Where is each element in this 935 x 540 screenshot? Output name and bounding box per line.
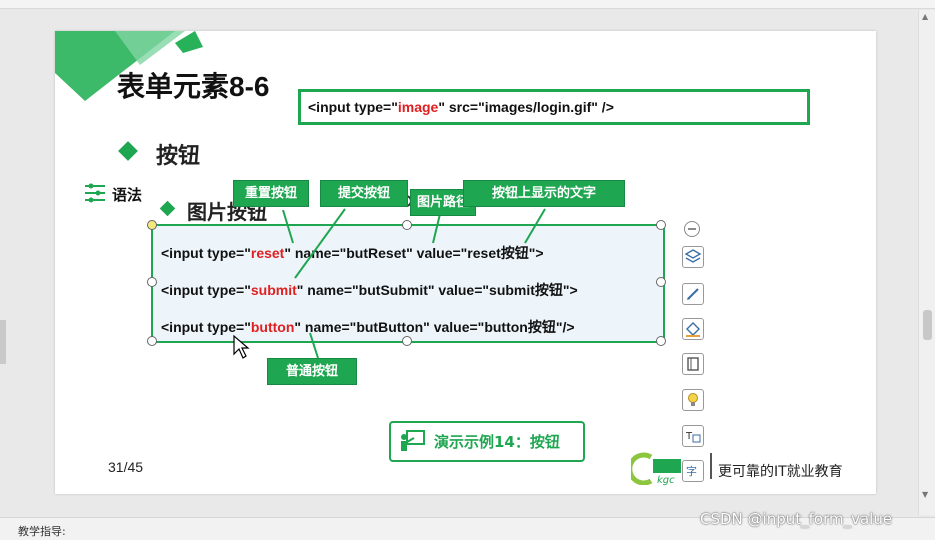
svg-text:kgc: kgc	[657, 475, 675, 485]
paint-bucket-icon	[686, 322, 700, 337]
layers-tool-button[interactable]	[682, 246, 704, 268]
bulb-tool-button[interactable]	[682, 389, 704, 411]
pen-tool-button[interactable]	[682, 283, 704, 305]
callout-normal-button: 普通按钮	[267, 358, 357, 385]
vertical-scrollbar[interactable]: ▲ ▼	[918, 10, 935, 515]
left-panel-handle[interactable]	[0, 320, 6, 364]
svg-text:T: T	[685, 431, 693, 442]
demo-example-button[interactable]: 演示示例14：按钮	[389, 421, 585, 462]
fill-tool-button[interactable]	[682, 318, 704, 340]
light-bulb-icon	[688, 393, 698, 406]
callout-button-text: 按钮上显示的文字	[463, 180, 625, 207]
translate-tool-button[interactable]: 字	[682, 460, 704, 482]
presenter-icon	[401, 430, 425, 451]
page-number: 31/45	[108, 459, 144, 475]
frame-tool-button[interactable]	[682, 353, 704, 375]
frame-icon	[687, 357, 699, 371]
watermark: CSDN @input_form_value	[700, 510, 893, 528]
top-toolbar	[0, 0, 935, 9]
scrollbar-thumb[interactable]	[923, 310, 932, 340]
callout-reset: 重置按钮	[233, 180, 309, 207]
svg-text:字: 字	[686, 464, 697, 478]
slide-canvas: 表单元素8-6 <input type="image" src="images/…	[55, 31, 876, 494]
collapse-toolbar-icon[interactable]	[683, 220, 701, 238]
logo-divider	[710, 453, 712, 479]
logo-tagline: 更可靠的IT就业教育	[718, 464, 843, 480]
scroll-up-arrow-icon[interactable]: ▲	[922, 12, 928, 21]
scroll-down-arrow-icon[interactable]: ▼	[922, 490, 928, 499]
translate-icon: 字	[686, 464, 697, 478]
demo-example-label: 演示示例14：按钮	[434, 433, 560, 451]
mouse-cursor-icon	[233, 334, 250, 359]
kgc-logo: kgc	[631, 451, 681, 485]
layers-icon	[684, 249, 702, 263]
text-box-icon: T	[685, 431, 701, 443]
text-tool-button[interactable]: T	[682, 425, 704, 447]
pen-icon	[687, 288, 699, 300]
callout-submit: 提交按钮	[320, 180, 408, 207]
notes-label: 教学指导:	[18, 525, 66, 538]
kgc-logo-icon: kgc	[631, 452, 681, 485]
